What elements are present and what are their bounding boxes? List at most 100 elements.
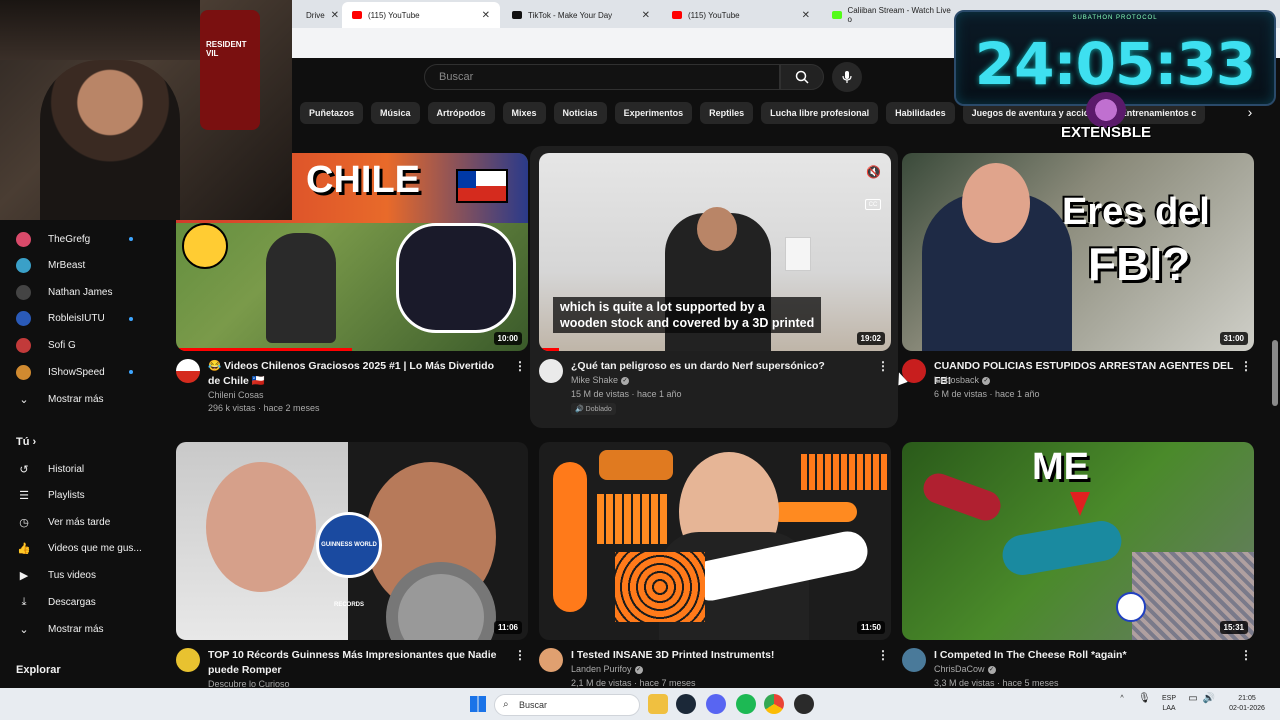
video-card[interactable]: GUINNESS WORLD RECORDS 11:06 TOP 10 Réco… [176, 442, 528, 720]
sidebar-item-label: Videos que me gus... [48, 543, 142, 555]
video-thumbnail[interactable]: GUINNESS WORLD RECORDS 11:06 [176, 442, 528, 640]
sidebar-you-header[interactable]: Tú › [16, 436, 36, 448]
obs-icon[interactable] [794, 694, 814, 714]
sidebar-subscription-item[interactable]: RobleisIUTU [16, 308, 156, 330]
channel-name[interactable]: Landen Purifoy ✓ [571, 664, 643, 674]
channel-avatar[interactable] [539, 648, 563, 672]
video-card[interactable]: 11:50 I Tested INSANE 3D Printed Instrum… [539, 442, 891, 720]
channel-name[interactable]: ChrisDaCow ✓ [934, 664, 996, 674]
video-stats: 296 k vistas · hace 2 meses [208, 403, 320, 413]
sidebar-subscription-item[interactable]: Sofi G [16, 334, 156, 356]
more-options-icon[interactable]: ⋮ [514, 359, 526, 373]
close-icon[interactable]: ✕ [642, 10, 650, 21]
search-button[interactable] [780, 64, 824, 90]
sidebar-item-label: Descargas [48, 596, 96, 608]
sidebar-item-watch-later[interactable]: ◷ Ver más tarde [16, 511, 156, 533]
chip[interactable]: Experimentos [614, 102, 693, 124]
chip[interactable]: Lucha libre profesional [761, 102, 879, 124]
taskbar-search[interactable]: ⌕ Buscar [494, 694, 640, 716]
spotify-icon[interactable] [736, 694, 756, 714]
more-options-icon[interactable]: ⋮ [1240, 359, 1252, 373]
chip[interactable]: Puñetazos [300, 102, 364, 124]
chip[interactable]: Artrópodos [427, 102, 495, 124]
file-explorer-icon[interactable] [648, 694, 668, 714]
more-options-icon[interactable]: ⋮ [877, 359, 889, 373]
chip[interactable]: Habilidades [886, 102, 955, 124]
closed-captions-icon[interactable]: CC [865, 199, 881, 210]
sidebar-subscription-item[interactable]: TheGrefg [16, 228, 156, 250]
search-input[interactable]: Buscar [424, 64, 780, 90]
windows-start-icon[interactable] [470, 696, 486, 712]
channel-name[interactable]: Chileni Cosas [208, 390, 264, 400]
sidebar-subscription-item[interactable]: Nathan James [16, 281, 156, 303]
more-options-icon[interactable]: ⋮ [1240, 648, 1252, 662]
steam-icon[interactable] [676, 694, 696, 714]
sidebar-subscription-item[interactable]: IShowSpeed [16, 361, 156, 383]
kick-favicon-icon [832, 11, 842, 19]
video-stats: 6 M de vistas · hace 1 año [934, 389, 1040, 399]
tray-chevron-up-icon[interactable]: ^ [1116, 694, 1128, 704]
volume-icon[interactable]: 🔊 [1202, 694, 1216, 704]
chevron-down-icon: ⌄ [19, 623, 29, 636]
video-thumbnail[interactable]: 🔇 CC which is quite a lot supported by a… [539, 153, 891, 351]
mute-icon[interactable]: 🔇 [866, 165, 881, 179]
chip[interactable]: Noticias [553, 102, 607, 124]
video-card[interactable]: Eres del FBI? 31:00 CUANDO POLICIAS ESTU… [902, 153, 1254, 431]
microphone-icon[interactable]: 🎙 [1138, 694, 1151, 704]
tab-tiktok[interactable]: TikTok - Make Your Day ✕ [502, 2, 660, 28]
close-icon[interactable]: ✕ [331, 10, 339, 21]
video-title[interactable]: I Competed In The Cheese Roll *again* [934, 648, 1234, 663]
more-options-icon[interactable]: ⋮ [514, 648, 526, 662]
video-thumbnail[interactable]: ME 15:31 [902, 442, 1254, 640]
voice-search-button[interactable] [832, 62, 862, 92]
tab-drive[interactable]: Drive ✕ [292, 2, 342, 28]
close-icon[interactable]: ✕ [802, 10, 810, 21]
video-thumbnail[interactable]: Eres del FBI? 31:00 [902, 153, 1254, 351]
duration-badge: 15:31 [1219, 621, 1248, 634]
video-title[interactable]: I Tested INSANE 3D Printed Instruments! [571, 648, 871, 663]
channel-name[interactable]: luchosback ✓ [934, 375, 991, 385]
channel-avatar[interactable] [176, 648, 200, 672]
channel-avatar[interactable] [902, 648, 926, 672]
tab-label: Caliiban Stream - Watch Live o [847, 6, 951, 24]
video-thumbnail[interactable]: 11:50 [539, 442, 891, 640]
channel-name[interactable]: Mike Shake ✓ [571, 375, 630, 385]
sidebar-item-downloads[interactable]: ⤓ Descargas [16, 591, 156, 613]
discord-icon[interactable] [706, 694, 726, 714]
channel-avatar[interactable] [176, 359, 200, 383]
screen: Drive ✕ (115) YouTube ✕ TikTok - Make Yo… [0, 0, 1280, 720]
video-title[interactable]: TOP 10 Récords Guinness Más Impresionant… [208, 648, 508, 678]
network-icon[interactable]: ▭ [1186, 694, 1200, 704]
chip[interactable]: Mixes [502, 102, 546, 124]
tab-youtube-active[interactable]: (115) YouTube ✕ [342, 2, 500, 28]
chrome-icon[interactable] [764, 694, 784, 714]
taskbar-search-label: Buscar [519, 700, 548, 710]
tab-kick[interactable]: Caliiban Stream - Watch Live o [822, 2, 962, 28]
video-title[interactable]: 😂 Videos Chilenos Graciosos 2025 #1 | Lo… [208, 359, 508, 389]
chevron-right-icon[interactable]: › [1238, 104, 1262, 124]
more-options-icon[interactable]: ⋮ [877, 648, 889, 662]
sidebar-item-liked-videos[interactable]: 👍 Videos que me gus... [16, 538, 156, 560]
clock[interactable]: 21:05 02-01-2026 [1222, 694, 1272, 714]
language-indicator[interactable]: ESP LAA [1158, 694, 1180, 714]
chip[interactable]: Reptiles [700, 102, 754, 124]
scrollbar-thumb[interactable] [1272, 340, 1278, 406]
sidebar-subscription-item[interactable]: MrBeast [16, 255, 156, 277]
new-content-dot [129, 370, 133, 374]
video-card[interactable]: 🔇 CC which is quite a lot supported by a… [539, 153, 891, 431]
sidebar-show-more[interactable]: ⌄ Mostrar más [16, 388, 156, 410]
video-card[interactable]: ME 15:31 I Competed In The Cheese Roll *… [902, 442, 1254, 720]
sidebar-show-more[interactable]: ⌄ Mostrar más [16, 618, 156, 640]
sidebar-item-your-videos[interactable]: ▶ Tus videos [16, 564, 156, 586]
lang-code: ESP [1161, 695, 1176, 702]
channel-avatar[interactable] [539, 359, 563, 383]
dubbed-label: Doblado [585, 406, 612, 413]
sidebar-item-playlists[interactable]: ☰ Playlists [16, 485, 156, 507]
chip[interactable]: Música [371, 102, 420, 124]
channel-avatar [16, 364, 31, 380]
sidebar-item-history[interactable]: ↺ Historial [16, 458, 156, 480]
video-title[interactable]: ¿Qué tan peligroso es un dardo Nerf supe… [571, 359, 871, 374]
violin-icon [553, 462, 587, 612]
tab-youtube-2[interactable]: (115) YouTube ✕ [662, 2, 820, 28]
close-icon[interactable]: ✕ [482, 10, 490, 21]
